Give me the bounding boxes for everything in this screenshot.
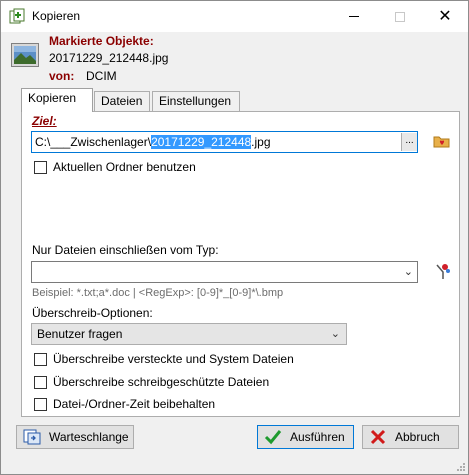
browse-button[interactable]: ... (401, 133, 417, 151)
marked-objects-label: Markierte Objekte: (49, 34, 154, 48)
tab-dateien[interactable]: Dateien (94, 91, 150, 111)
source-folder: DCIM (86, 69, 117, 83)
overwrite-readonly-label: Überschreibe schreibgeschützte Dateien (53, 375, 270, 389)
tab-kopieren[interactable]: Kopieren (21, 88, 93, 112)
queue-button[interactable]: Warteschlange (16, 425, 134, 449)
overwrite-mode-select[interactable]: Benutzer fragen ⌄ (31, 323, 347, 345)
overwrite-hidden-checkbox[interactable] (34, 353, 47, 366)
image-file-icon (11, 43, 39, 67)
queue-icon (23, 429, 41, 445)
chevron-down-icon[interactable]: ⌄ (404, 265, 413, 278)
checkmark-icon (264, 430, 282, 445)
filter-type-combobox[interactable]: ⌄ (31, 261, 418, 283)
overwrite-options-label: Überschreib-Optionen: (32, 306, 153, 320)
copy-dialog: Kopieren ✕ Markierte Objekte: 20171229_2… (0, 0, 469, 475)
target-path-input[interactable]: C:\___Zwischenlager\20171229_212448.jpg (31, 131, 418, 153)
cancel-button[interactable]: Abbruch (362, 425, 459, 449)
chevron-down-icon: ⌄ (330, 328, 340, 340)
filter-picker-icon[interactable] (435, 263, 451, 281)
cancel-button-label: Abbruch (395, 430, 440, 444)
keep-timestamps-label: Datei-/Ordner-Zeit beibehalten (53, 397, 216, 411)
run-button-label: Ausführen (290, 430, 345, 444)
queue-button-label: Warteschlange (49, 430, 129, 444)
overwrite-hidden-label: Überschreibe versteckte und System Datei… (53, 352, 294, 366)
target-path-selection: 20171229_212448 (151, 135, 252, 149)
close-icon[interactable]: ✕ (422, 1, 468, 32)
window-title: Kopieren (32, 9, 81, 23)
use-current-folder-label: Aktuellen Ordner benutzen (53, 160, 196, 174)
target-path-suffix: .jpg (251, 135, 271, 149)
cancel-x-icon (370, 429, 386, 445)
keep-timestamps-checkbox[interactable] (34, 398, 47, 411)
minimize-icon[interactable] (331, 1, 377, 32)
resize-grip-icon[interactable] (456, 462, 466, 472)
tab-einstellungen[interactable]: Einstellungen (152, 91, 240, 111)
title-bar: Kopieren ✕ (1, 1, 468, 32)
use-current-folder-checkbox[interactable] (34, 161, 47, 174)
selected-filename: 20171229_212448.jpg (49, 51, 169, 65)
copy-app-icon (9, 8, 25, 24)
filter-type-label: Nur Dateien einschließen vom Typ: (32, 243, 219, 257)
overwrite-readonly-checkbox[interactable] (34, 376, 47, 389)
overwrite-mode-value: Benutzer fragen (37, 327, 123, 341)
maximize-icon[interactable] (377, 1, 423, 32)
filter-hint: Beispiel: *.txt;a*.doc | <RegExp>: [0-9]… (32, 287, 284, 299)
source-label: von: (49, 69, 75, 83)
target-label: Ziel: (32, 114, 57, 128)
favorite-folder-icon[interactable] (433, 133, 451, 149)
target-path-prefix: C:\___Zwischenlager\ (35, 135, 152, 149)
run-button[interactable]: Ausführen (257, 425, 354, 449)
